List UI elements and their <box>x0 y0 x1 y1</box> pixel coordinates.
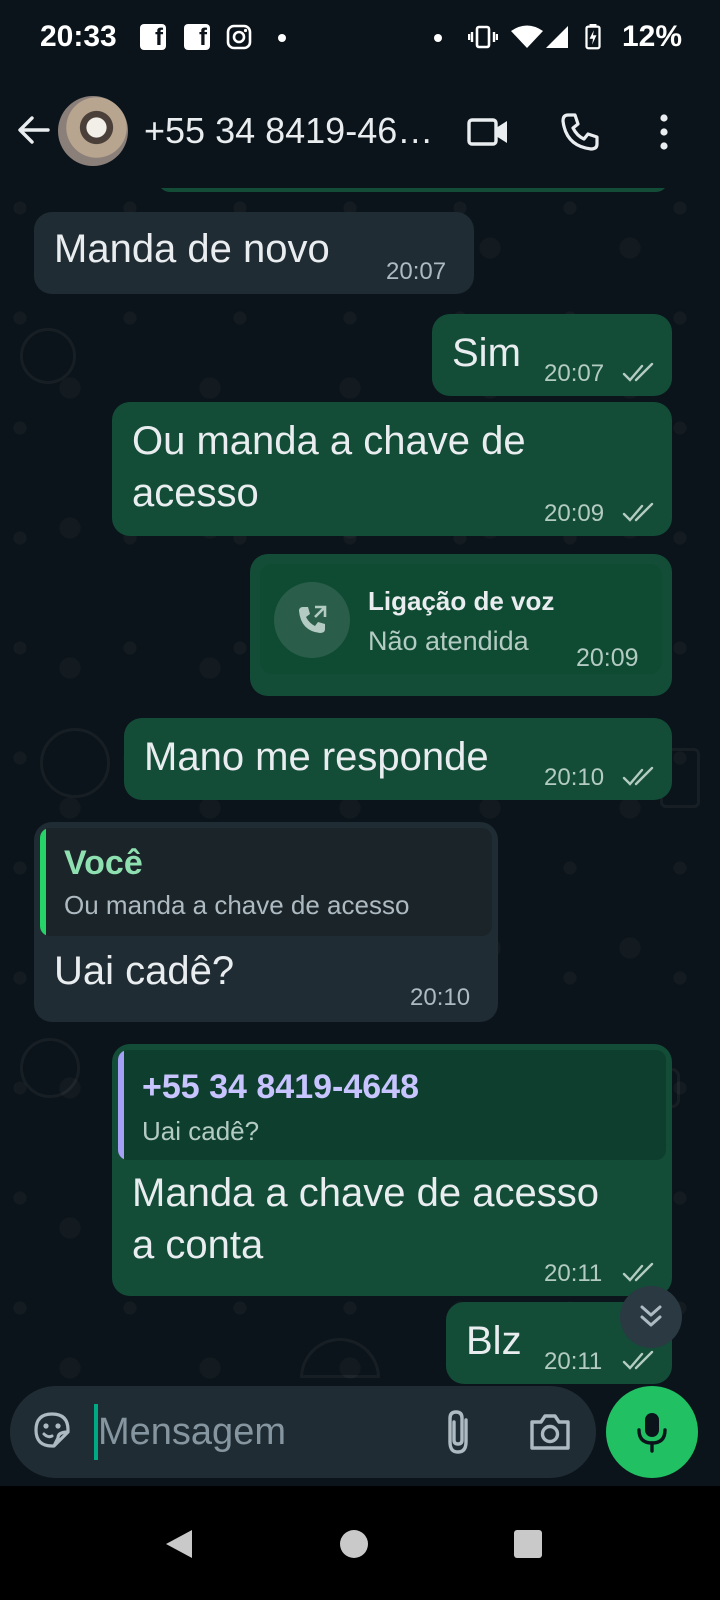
quote-text: Ou manda a chave de acesso <box>64 890 410 920</box>
nav-home-icon[interactable] <box>334 1524 374 1564</box>
read-ticks-icon <box>622 1350 654 1370</box>
message-bubble-incoming[interactable]: Manda de novo 20:07 <box>34 212 474 294</box>
double-chevron-down-icon <box>640 1305 662 1327</box>
read-ticks-icon <box>622 1262 654 1282</box>
instagram-icon <box>226 24 252 50</box>
mic-icon <box>637 1413 667 1453</box>
more-options-icon[interactable] <box>640 108 688 156</box>
quote-text: Uai cadê? <box>142 1116 260 1146</box>
attach-icon[interactable] <box>436 1406 480 1458</box>
wallpaper-doodle <box>40 728 110 798</box>
vibrate-icon <box>468 25 498 49</box>
facebook-icon: f <box>184 24 210 51</box>
facebook-icon: f <box>140 24 166 51</box>
call-log-bubble[interactable]: Ligação de voz Não atendida 20:09 <box>250 554 672 696</box>
system-navigation-bar <box>0 1486 720 1600</box>
message-text: Manda de novo <box>54 227 330 271</box>
nav-recents-icon[interactable] <box>508 1524 548 1564</box>
message-bubble-outgoing[interactable]: Ou manda a chave de acesso 20:09 <box>112 402 672 536</box>
message-bubble-outgoing[interactable]: Mano me responde 20:10 <box>124 718 672 800</box>
message-text-line: Ou manda a chave de <box>132 419 526 463</box>
sticker-icon[interactable] <box>30 1408 74 1452</box>
camera-icon[interactable] <box>526 1408 574 1456</box>
battery-percentage: 12% <box>622 20 683 53</box>
call-title: Ligação de voz <box>368 586 555 616</box>
message-time: 20:09 <box>544 500 605 527</box>
message-input[interactable] <box>98 1402 418 1462</box>
quote-author: +55 34 8419-4648 <box>142 1068 419 1106</box>
message-text: Sim <box>452 331 521 375</box>
read-ticks-icon <box>622 362 654 382</box>
wallpaper-doodle <box>300 1338 380 1378</box>
voice-call-icon[interactable] <box>556 108 604 156</box>
message-text: Blz <box>466 1319 522 1363</box>
signal-icon <box>546 26 568 48</box>
read-ticks-icon <box>622 502 654 522</box>
status-time: 20:33 <box>40 20 117 53</box>
chat-header: +55 34 8419-46… <box>0 78 720 188</box>
message-bubble-partial[interactable] <box>158 188 668 192</box>
back-arrow-icon[interactable] <box>14 110 54 150</box>
message-time: 20:07 <box>544 360 605 387</box>
status-bar: 20:33 f f 12% <box>0 0 720 78</box>
call-status: Não atendida <box>368 626 529 656</box>
message-text-line: acesso <box>132 471 259 515</box>
message-time: 20:07 <box>386 258 447 285</box>
scroll-to-bottom-button[interactable] <box>620 1286 682 1348</box>
contact-avatar[interactable] <box>58 96 128 166</box>
wallpaper-doodle <box>20 328 76 384</box>
notification-dot <box>434 34 442 42</box>
voice-message-button[interactable] <box>606 1386 698 1478</box>
reply-message-outgoing[interactable]: +55 34 8419-4648 Uai cadê? Manda a chave… <box>112 1044 672 1296</box>
wallpaper-doodle <box>20 1038 80 1098</box>
quoted-message[interactable]: +55 34 8419-4648 Uai cadê? <box>118 1050 666 1160</box>
message-time: 20:09 <box>576 644 639 672</box>
nav-back-icon[interactable] <box>160 1524 200 1564</box>
message-time: 20:10 <box>544 764 605 791</box>
contact-name[interactable]: +55 34 8419-46… <box>144 110 444 152</box>
missed-call-card[interactable]: Ligação de voz Não atendida 20:09 <box>260 564 662 674</box>
message-text-line: Manda a chave de acesso <box>132 1171 599 1215</box>
notification-dot <box>278 34 286 42</box>
read-ticks-icon <box>622 766 654 786</box>
message-text: Mano me responde <box>144 735 489 779</box>
quote-accent-bar <box>40 828 46 936</box>
message-bubble-outgoing[interactable]: Sim 20:07 <box>432 314 672 396</box>
wifi-icon <box>511 25 543 48</box>
message-time: 20:10 <box>410 984 471 1011</box>
call-icon-circle <box>274 582 350 658</box>
message-text: Uai cadê? <box>54 949 235 993</box>
quote-accent-bar <box>118 1050 124 1160</box>
message-time: 20:11 <box>544 1348 603 1375</box>
chat-messages-area[interactable]: Manda de novo 20:07 Sim 20:07 Ou manda a… <box>0 188 720 1400</box>
battery-charging-icon <box>585 24 601 50</box>
reply-message-incoming[interactable]: Você Ou manda a chave de acesso Uai cadê… <box>34 822 498 1022</box>
message-text-line: a conta <box>132 1223 264 1267</box>
quoted-message[interactable]: Você Ou manda a chave de acesso <box>40 828 492 936</box>
message-composer <box>10 1386 596 1478</box>
message-time: 20:11 <box>544 1260 603 1287</box>
quote-author: Você <box>64 844 143 882</box>
outgoing-call-icon <box>299 605 327 633</box>
video-call-icon[interactable] <box>464 108 512 156</box>
